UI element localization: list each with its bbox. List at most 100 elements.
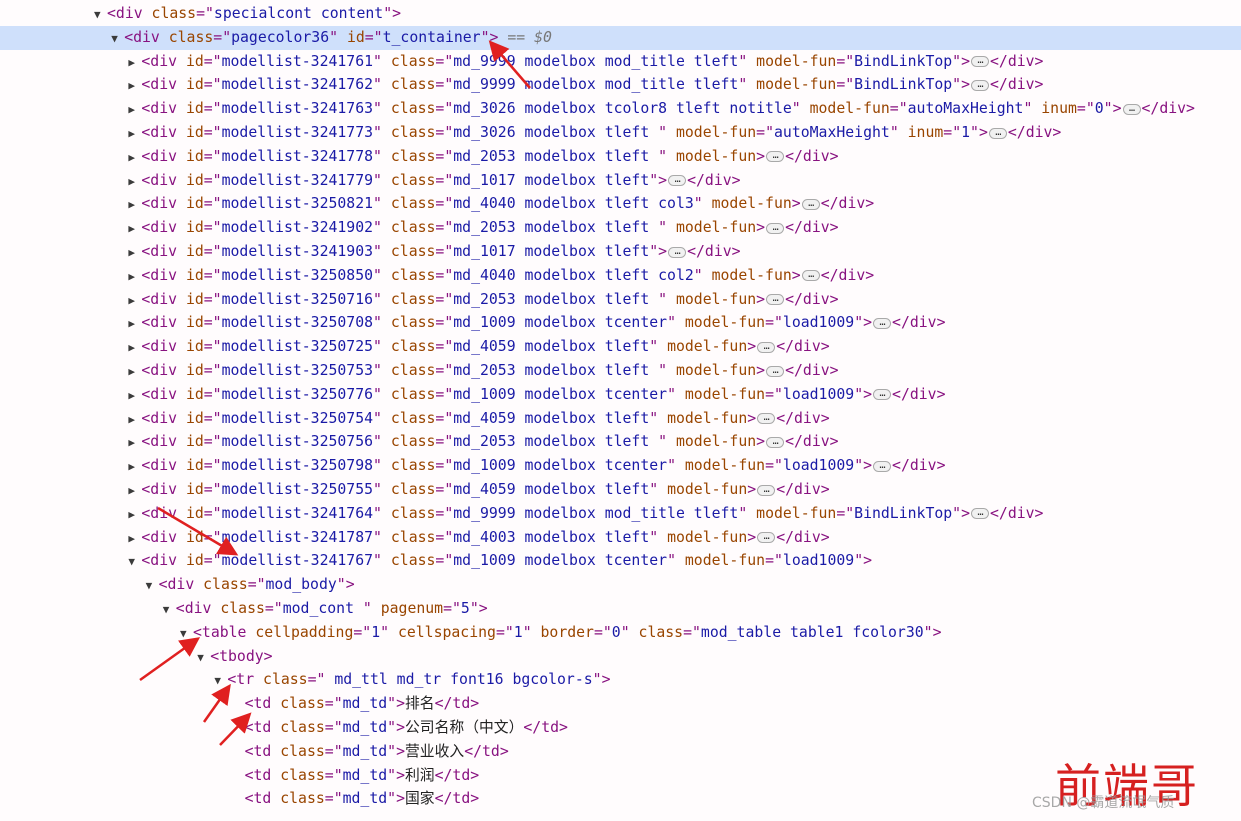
dom-node-row[interactable]: ▶ <div id="modellist-3241764" class="md_9… [0, 502, 1241, 526]
collapse-triangle-icon[interactable]: ▶ [128, 312, 141, 336]
ellipsis-expand-button[interactable]: … [971, 79, 990, 91]
collapse-triangle-icon[interactable]: ▶ [128, 408, 141, 432]
ellipsis-expand-button[interactable]: … [873, 389, 892, 401]
collapse-triangle-icon[interactable]: ▶ [128, 527, 141, 551]
dom-node-row[interactable]: ▶ <div id="modellist-3241787" class="md_4… [0, 526, 1241, 550]
collapse-triangle-icon[interactable]: ▶ [128, 170, 141, 194]
tag-token: </div> [892, 314, 946, 332]
collapse-triangle-icon[interactable]: ▶ [128, 265, 141, 289]
ellipsis-expand-button[interactable]: … [766, 436, 785, 448]
expand-triangle-icon[interactable]: ▼ [146, 574, 159, 598]
collapse-triangle-icon[interactable]: ▶ [128, 336, 141, 360]
collapse-triangle-icon[interactable]: ▶ [128, 384, 141, 408]
dom-node-row[interactable]: ▶ <div id="modellist-3241779" class="md_1… [0, 169, 1241, 193]
dom-node-row[interactable]: ▶ <div id="modellist-3241761" class="md_9… [0, 50, 1241, 74]
punct-token: " [373, 338, 391, 356]
attr-value: modellist-3241763 [221, 100, 374, 118]
collapse-triangle-icon[interactable]: ▶ [128, 193, 141, 217]
ellipsis-expand-button[interactable]: … [971, 56, 990, 68]
punct-token: " [649, 481, 668, 498]
expand-triangle-icon[interactable]: ▼ [94, 3, 107, 27]
dom-node-row[interactable]: ▼ <div class="pagecolor36" id="t_containe… [0, 25, 1241, 51]
dom-node-row[interactable]: <td class="md_td">公司名称（中文）</td> [0, 716, 1241, 740]
expand-triangle-icon[interactable]: ▼ [180, 622, 193, 646]
dom-node-row[interactable]: ▼ <div class="specialcont content"> [0, 2, 1241, 26]
punct-token: =" [495, 623, 514, 641]
dom-node-row[interactable]: <td class="md_td">排名</td> [0, 692, 1241, 716]
collapse-triangle-icon[interactable]: ▶ [128, 217, 141, 241]
tag-token: > [396, 790, 405, 808]
expand-triangle-icon[interactable]: ▼ [128, 550, 141, 574]
punct-token: " [592, 671, 602, 689]
ellipsis-expand-button[interactable]: … [766, 365, 785, 377]
ellipsis-expand-button[interactable]: … [873, 460, 892, 472]
collapse-triangle-icon[interactable]: ▶ [128, 503, 141, 527]
ellipsis-expand-button[interactable]: … [766, 151, 785, 163]
dom-node-row[interactable]: ▶ <div id="modellist-3250755" class="md_4… [0, 478, 1241, 502]
ellipsis-expand-button[interactable]: … [766, 222, 785, 234]
dom-node-row[interactable]: ▼ <div class="mod_body"> [0, 573, 1241, 597]
dom-node-row[interactable]: ▶ <div id="modellist-3250821" class="md_4… [0, 192, 1241, 216]
collapse-triangle-icon[interactable]: ▶ [128, 431, 141, 455]
dom-node-row[interactable]: ▼ <tr class=" md_ttl md_tr font16 bgcolor… [0, 668, 1241, 692]
tag-token: </div> [785, 362, 839, 379]
dom-node-row[interactable]: ▶ <div id="modellist-3241903" class="md_1… [0, 240, 1241, 264]
attr-name: id [185, 504, 204, 522]
dom-node-row[interactable]: ▼ <div class="mod_cont " pagenum="5"> [0, 597, 1241, 621]
dom-node-row[interactable]: ▼ <div id="modellist-3241767" class="md_1… [0, 549, 1241, 573]
dom-node-row[interactable]: ▶ <div id="modellist-3250708" class="md_1… [0, 311, 1241, 335]
ellipsis-expand-button[interactable]: … [873, 317, 892, 329]
dom-node-row[interactable]: ▶ <div id="modellist-3241773" class="md_3… [0, 121, 1241, 145]
dom-node-row[interactable]: ▶ <div id="modellist-3250798" class="md_1… [0, 454, 1241, 478]
ellipsis-expand-button[interactable]: … [766, 294, 785, 306]
ellipsis-expand-button[interactable]: … [668, 175, 687, 187]
dom-node-row[interactable]: ▶ <div id="modellist-3241778" class="md_2… [0, 145, 1241, 169]
ellipsis-expand-button[interactable]: … [757, 484, 776, 496]
tag-token: > [756, 147, 766, 165]
dom-node-row[interactable]: ▼ <tbody> [0, 645, 1241, 669]
collapse-triangle-icon[interactable]: ▶ [128, 98, 141, 122]
dom-node-row[interactable]: ▶ <div id="modellist-3241902" class="md_2… [0, 216, 1241, 240]
dom-node-row[interactable]: ▶ <div id="modellist-3250754" class="md_4… [0, 407, 1241, 431]
attr-value: md_4059 modelbox tleft [453, 481, 650, 498]
punct-token: =" [203, 409, 222, 427]
ellipsis-expand-button[interactable]: … [757, 532, 776, 544]
punct-token: =" [765, 552, 783, 570]
tag-token: <div [141, 100, 186, 118]
expand-triangle-icon[interactable]: ▼ [163, 598, 176, 622]
collapse-triangle-icon[interactable]: ▶ [128, 241, 141, 265]
dom-node-row[interactable]: ▶ <div id="modellist-3250716" class="md_2… [0, 288, 1241, 312]
dom-node-row[interactable]: ▶ <div id="modellist-3241762" class="md_9… [0, 73, 1241, 97]
dom-node-row[interactable]: ▶ <div id="modellist-3250753" class="md_2… [0, 359, 1241, 383]
expand-triangle-icon[interactable]: ▼ [111, 27, 124, 51]
toggle-spacer [232, 765, 245, 789]
dom-node-row[interactable]: ▼ <table cellpadding="1" cellspacing="1" … [0, 621, 1241, 645]
collapse-triangle-icon[interactable]: ▶ [128, 51, 141, 75]
collapse-triangle-icon[interactable]: ▶ [128, 455, 141, 479]
ellipsis-expand-button[interactable]: … [801, 198, 820, 210]
dom-node-row[interactable]: ▶ <div id="modellist-3250776" class="md_1… [0, 383, 1241, 407]
collapse-triangle-icon[interactable]: ▶ [128, 479, 141, 503]
dom-node-row[interactable]: ▶ <div id="modellist-3250756" class="md_2… [0, 430, 1241, 454]
collapse-triangle-icon[interactable]: ▶ [128, 360, 141, 384]
attr-value: md_td [342, 766, 388, 784]
tag-token: </div> [785, 147, 839, 165]
ellipsis-expand-button[interactable]: … [757, 413, 776, 425]
ellipsis-expand-button[interactable]: … [1122, 103, 1141, 115]
ellipsis-expand-button[interactable]: … [668, 246, 687, 258]
ellipsis-expand-button[interactable]: … [971, 508, 990, 520]
collapse-triangle-icon[interactable]: ▶ [128, 146, 141, 170]
ellipsis-expand-button[interactable]: … [757, 341, 776, 353]
punct-token: " [373, 195, 391, 213]
watermark-credit: CSDN @霸道流氓气质 [1032, 795, 1175, 811]
ellipsis-expand-button[interactable]: … [988, 127, 1007, 139]
collapse-triangle-icon[interactable]: ▶ [128, 289, 141, 313]
expand-triangle-icon[interactable]: ▼ [214, 669, 227, 693]
dom-node-row[interactable]: ▶ <div id="modellist-3241763" class="md_3… [0, 97, 1241, 121]
expand-triangle-icon[interactable]: ▼ [197, 646, 210, 670]
ellipsis-expand-button[interactable]: … [801, 270, 820, 282]
collapse-triangle-icon[interactable]: ▶ [128, 122, 141, 146]
collapse-triangle-icon[interactable]: ▶ [128, 74, 141, 98]
dom-node-row[interactable]: ▶ <div id="modellist-3250850" class="md_4… [0, 264, 1241, 288]
dom-node-row[interactable]: ▶ <div id="modellist-3250725" class="md_4… [0, 335, 1241, 359]
